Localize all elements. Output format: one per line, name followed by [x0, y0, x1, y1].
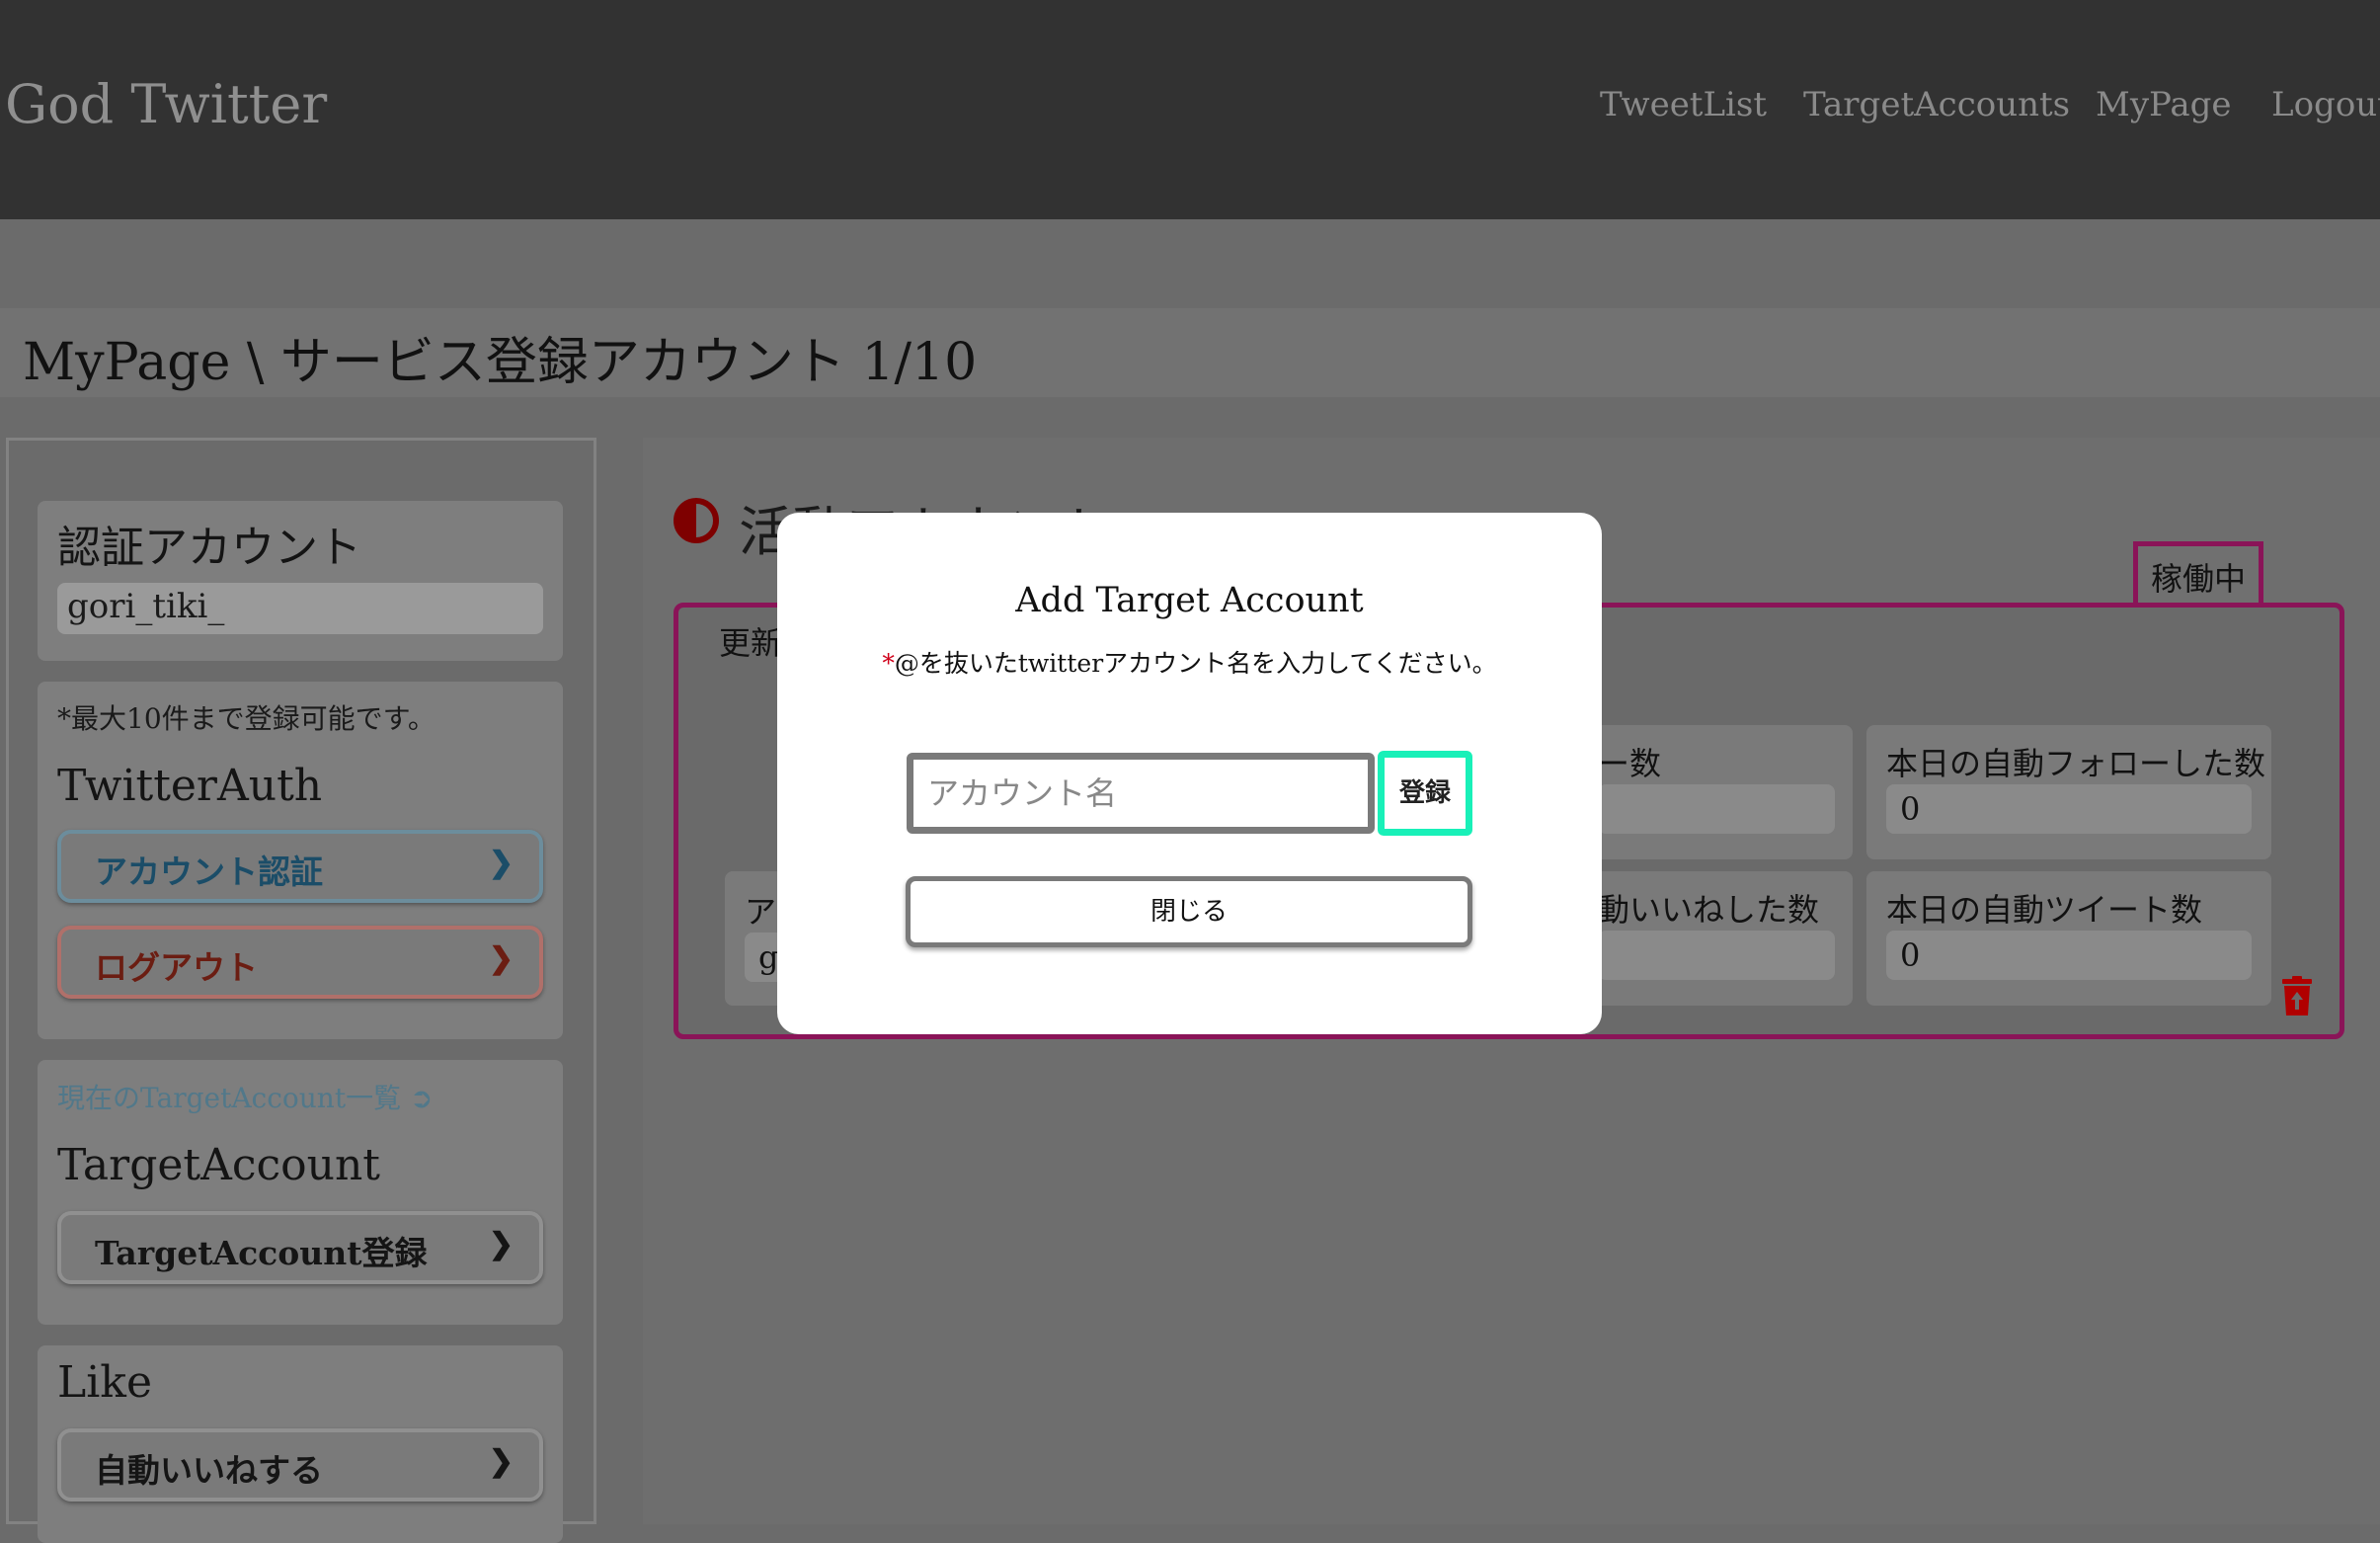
- half-circle-icon: [674, 498, 719, 543]
- limit-note: *最大10件まで登録可能です。: [57, 702, 436, 735]
- like-title: Like: [57, 1357, 152, 1408]
- status-badge: 稼働中: [2133, 541, 2263, 605]
- stat-label: 本日の自動ツイート数: [1886, 891, 2203, 929]
- trash-icon[interactable]: [2281, 976, 2313, 1015]
- target-account-list-link[interactable]: 現在のTargetAccount一覧 ➲: [57, 1077, 433, 1116]
- target-account-list-label: 現在のTargetAccount一覧: [57, 1082, 402, 1114]
- account-auth-label: アカウント認証: [95, 853, 323, 891]
- auto-like-button[interactable]: 自動いいねする ❯: [57, 1428, 543, 1502]
- modal-help-text: @を抜いたtwitterアカウント名を入力してください。: [894, 649, 1497, 678]
- stat-label: 本日の自動フォローした数: [1886, 745, 2266, 782]
- arrow-circle-right-icon: ➲: [410, 1082, 434, 1114]
- stat-value: 0: [1886, 931, 2252, 980]
- sidebar-logout-button[interactable]: ログアウト ❯: [57, 926, 543, 999]
- target-account-register-label: TargetAccount登録: [95, 1234, 428, 1272]
- target-account-title: TargetAccount: [57, 1140, 380, 1190]
- required-mark: *: [882, 649, 895, 678]
- stat-label: 動いいねした数: [1598, 891, 1820, 929]
- close-button[interactable]: 閉じる: [906, 876, 1472, 947]
- stat-value: [1598, 784, 1835, 834]
- auto-like-label: 自動いいねする: [95, 1451, 323, 1490]
- breadcrumb: MyPage \ サービス登録アカウント 1/10: [23, 333, 978, 392]
- nav-mypage[interactable]: MyPage: [2096, 85, 2232, 124]
- nav-logout[interactable]: Logout: [2271, 85, 2380, 124]
- target-account-register-button[interactable]: TargetAccount登録 ❯: [57, 1211, 543, 1284]
- updated-label: 更新: [719, 624, 783, 662]
- stat-value: [1598, 931, 1835, 980]
- auth-account-title: 認証アカウント: [57, 523, 361, 573]
- account-auth-button[interactable]: アカウント認証 ❯: [57, 830, 543, 903]
- chevron-right-icon: ❯: [488, 1444, 514, 1479]
- chevron-right-icon: ❯: [488, 846, 514, 880]
- account-field-label: ア: [745, 893, 777, 931]
- chevron-right-icon: ❯: [488, 941, 514, 976]
- stat-value: 0: [1886, 784, 2252, 834]
- app-logo[interactable]: God Twitter: [5, 73, 327, 135]
- register-button[interactable]: 登録: [1378, 751, 1472, 836]
- auth-account-name: gori_tiki_: [57, 583, 543, 634]
- stat-label: ー数: [1598, 745, 1662, 782]
- chevron-right-icon: ❯: [488, 1227, 514, 1261]
- account-name-input[interactable]: [907, 753, 1375, 834]
- nav-targetaccounts[interactable]: TargetAccounts: [1803, 85, 2070, 124]
- modal-help: *@を抜いたtwitterアカウント名を入力してください。: [777, 644, 1602, 680]
- sidebar-logout-label: ログアウト: [95, 948, 258, 987]
- twitter-auth-title: TwitterAuth: [57, 761, 323, 811]
- modal-title: Add Target Account: [1015, 581, 1364, 620]
- nav-tweetlist[interactable]: TweetList: [1600, 85, 1767, 124]
